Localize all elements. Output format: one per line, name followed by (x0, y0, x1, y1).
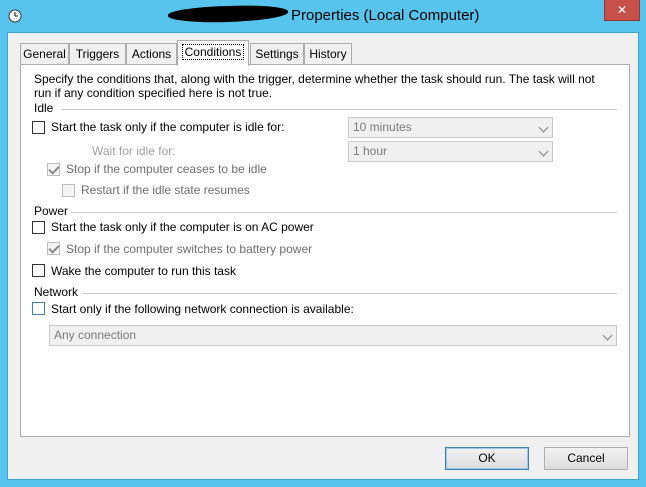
wait-duration-value: 1 hour (353, 144, 388, 158)
idle-duration-value: 10 minutes (353, 120, 412, 134)
tab-actions-label: Actions (131, 47, 172, 61)
idle-divider (61, 109, 617, 110)
tab-settings[interactable]: Settings (250, 43, 304, 65)
idle-duration-combo[interactable]: 10 minutes (348, 117, 553, 138)
tab-general-label: General (23, 47, 66, 61)
network-group-header: Network (34, 285, 79, 299)
tab-settings-label: Settings (255, 47, 299, 61)
wake-to-run-checkbox[interactable] (32, 264, 45, 277)
stop-on-battery-checkbox[interactable] (47, 242, 60, 255)
ok-button[interactable]: OK (445, 447, 529, 470)
network-connection-combo[interactable]: Any connection (49, 325, 617, 346)
chevron-down-icon (538, 146, 549, 157)
start-if-network-checkbox[interactable] (32, 302, 45, 315)
cancel-button[interactable]: Cancel (544, 447, 628, 470)
tab-general[interactable]: General (20, 43, 69, 65)
clock-icon (8, 9, 22, 23)
start-on-ac-checkbox[interactable] (32, 221, 45, 234)
network-connection-value: Any connection (54, 328, 137, 342)
tab-triggers-label: Triggers (75, 47, 120, 61)
stop-if-ceases-checkbox[interactable] (47, 163, 60, 176)
window-title: Properties (Local Computer) (291, 7, 480, 24)
description-line-1: Specify the conditions that, along with … (34, 72, 595, 86)
stop-on-battery-label: Stop if the computer switches to battery… (66, 242, 313, 256)
restart-if-resumes-label: Restart if the idle state resumes (81, 183, 250, 197)
conditions-panel: Specify the conditions that, along with … (20, 64, 630, 437)
wait-for-idle-label: Wait for idle for: (92, 144, 176, 158)
tab-conditions-label: Conditions (181, 44, 245, 60)
start-if-idle-label: Start the task only if the computer is i… (51, 120, 285, 134)
stop-if-ceases-label: Stop if the computer ceases to be idle (66, 162, 267, 176)
network-divider (83, 293, 617, 294)
dialog-client-area: General Triggers Actions Conditions Sett… (7, 32, 639, 480)
power-group-header: Power (34, 204, 69, 218)
tab-history[interactable]: History (304, 43, 352, 65)
title-bar[interactable]: Properties (Local Computer) ✕ (0, 0, 646, 32)
tab-actions[interactable]: Actions (126, 43, 177, 65)
chevron-down-icon (602, 330, 613, 341)
description-line-2: run if any condition specified here is n… (34, 86, 273, 100)
wake-to-run-label: Wake the computer to run this task (51, 264, 236, 278)
idle-group-header: Idle (34, 101, 54, 115)
wait-duration-combo[interactable]: 1 hour (348, 141, 553, 162)
start-if-network-label: Start only if the following network conn… (51, 302, 354, 316)
restart-if-resumes-checkbox[interactable] (62, 184, 75, 197)
tab-triggers[interactable]: Triggers (69, 43, 126, 65)
start-on-ac-label: Start the task only if the computer is o… (51, 220, 314, 234)
power-divider (71, 212, 617, 213)
start-if-idle-checkbox[interactable] (32, 121, 45, 134)
tab-history-label: History (309, 47, 347, 61)
title-redaction (167, 4, 289, 24)
chevron-down-icon (538, 122, 549, 133)
close-button[interactable]: ✕ (604, 0, 640, 21)
tab-conditions[interactable]: Conditions (177, 40, 249, 66)
